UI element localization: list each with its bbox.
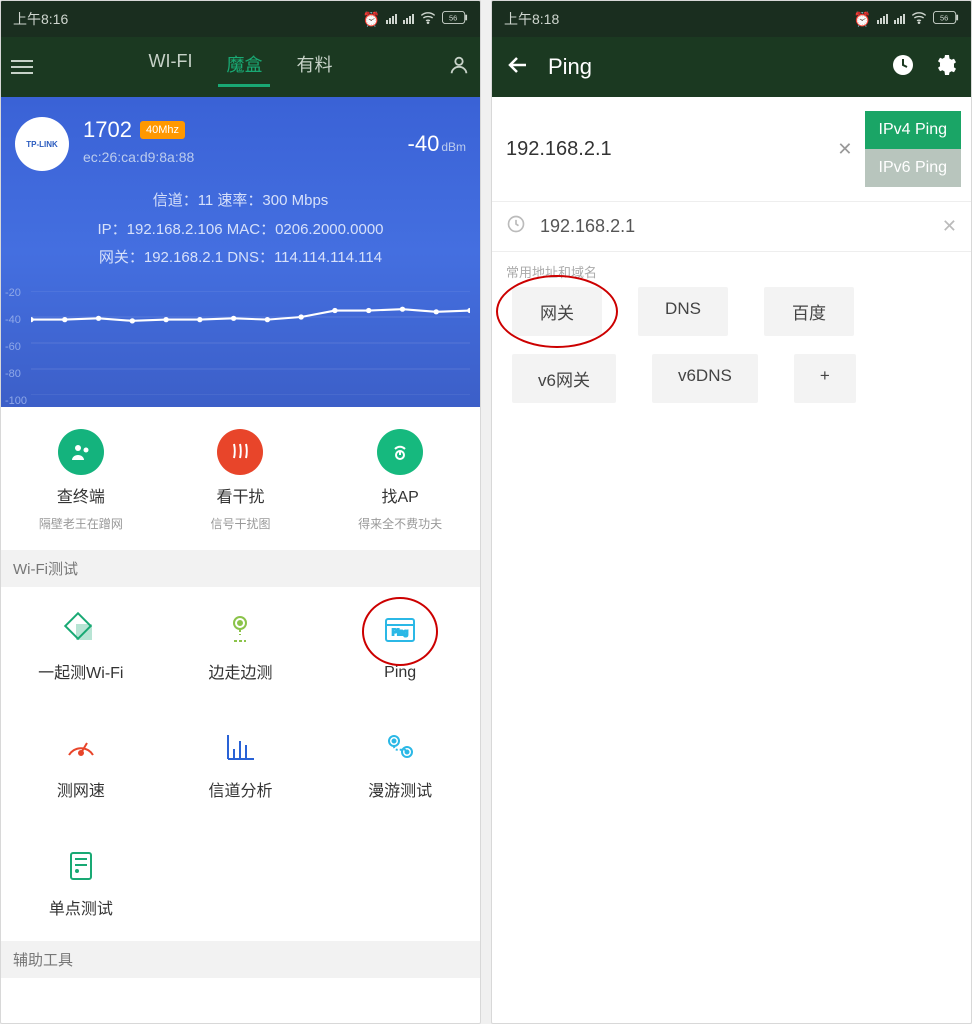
history-item[interactable]: 192.168.2.1 ✕: [492, 202, 971, 252]
svg-text:Ping: Ping: [392, 628, 408, 637]
test-speed[interactable]: 测网速: [1, 705, 161, 823]
status-icons: ⏰ 56: [363, 10, 468, 29]
profile-icon[interactable]: [448, 54, 470, 81]
tool-find-ap[interactable]: 找AP 得来全不费功夫: [320, 429, 480, 532]
wifi-hero: TP-LINK 1702 40Mhz ec:26:ca:d9:8a:88 -40…: [1, 97, 480, 407]
quick-tags: 网关 DNS 百度 v6网关 v6DNS +: [492, 287, 971, 417]
ping-toolbar: Ping: [492, 37, 971, 97]
clock-icon: [506, 214, 526, 239]
signal-chart: -20 -40 -60 -80 -100: [1, 287, 480, 407]
svg-text:56: 56: [940, 13, 948, 22]
svg-text:56: 56: [449, 13, 457, 22]
alarm-icon: ⏰: [854, 11, 871, 28]
mac-address: ec:26:ca:d9:8a:88: [83, 149, 394, 165]
rssi-value: -40dBm: [408, 131, 466, 157]
status-time: 上午8:16: [13, 9, 68, 29]
tab-youliao[interactable]: 有料: [296, 51, 332, 83]
tag-baidu[interactable]: 百度: [764, 287, 854, 336]
network-info: 信道：11 速率：300 Mbps IP：192.168.2.106 MAC：0…: [1, 181, 480, 287]
battery-icon: 56: [442, 11, 468, 27]
tab-wifi[interactable]: WI-FI: [149, 51, 193, 83]
ssid: 1702: [83, 117, 132, 143]
info-line-1: 信道：11 速率：300 Mbps: [1, 187, 480, 216]
settings-icon[interactable]: [933, 53, 957, 82]
test-ping[interactable]: Ping Ping: [320, 587, 480, 705]
info-line-3: 网关：192.168.2.1 DNS：114.114.114.114: [1, 244, 480, 273]
nav-tabs: WI-FI 魔盒 有料: [33, 51, 448, 83]
ipv6-ping-button[interactable]: IPv6 Ping: [865, 149, 961, 187]
channel-badge: 40Mhz: [140, 121, 185, 139]
tools-row: 查终端 隔壁老王在蹭网 看干扰 信号干扰图 找AP 得来全不费功夫: [1, 407, 480, 550]
signal-plot: [31, 291, 470, 395]
tool-terminal[interactable]: 查终端 隔壁老王在蹭网: [1, 429, 161, 532]
clear-input-icon[interactable]: ✕: [837, 139, 852, 160]
wifi-icon: [911, 10, 927, 29]
status-icons: ⏰ 56: [854, 10, 959, 29]
address-input[interactable]: [502, 128, 857, 171]
tag-dns[interactable]: DNS: [638, 287, 728, 336]
wifi-test-grid: 一起测Wi-Fi 边走边测 Ping Ping 测网速 信道分析 漫游测试 单点…: [1, 587, 480, 941]
tag-v6-dns[interactable]: v6DNS: [652, 354, 758, 403]
tag-v6-gateway[interactable]: v6网关: [512, 354, 616, 403]
ipv4-ping-button[interactable]: IPv4 Ping: [865, 111, 961, 149]
signal-icon-2: [403, 14, 414, 24]
status-bar: 上午8:16 ⏰ 56: [1, 1, 480, 37]
test-roaming[interactable]: 漫游测试: [320, 705, 480, 823]
section-aux-tools: 辅助工具: [1, 941, 480, 978]
router-logo: TP-LINK: [15, 117, 69, 171]
info-line-2: IP：192.168.2.106 MAC：0206.2000.0000: [1, 216, 480, 245]
test-channel[interactable]: 信道分析: [161, 705, 321, 823]
tool-interference[interactable]: 看干扰 信号干扰图: [161, 429, 321, 532]
history-text: 192.168.2.1: [540, 216, 635, 237]
status-time: 上午8:18: [504, 9, 559, 29]
tag-gateway[interactable]: 网关: [512, 287, 602, 336]
address-input-wrap[interactable]: ✕: [502, 111, 857, 187]
signal-icon: [877, 14, 888, 24]
test-single-point[interactable]: 单点测试: [1, 823, 161, 941]
test-walk[interactable]: 边走边测: [161, 587, 321, 705]
back-icon[interactable]: [506, 53, 530, 82]
tag-add[interactable]: +: [794, 354, 856, 403]
tab-mohe[interactable]: 魔盒: [226, 51, 262, 83]
section-wifi-test: Wi-Fi测试: [1, 550, 480, 587]
signal-icon: [386, 14, 397, 24]
menu-icon[interactable]: [11, 60, 33, 74]
test-together[interactable]: 一起测Wi-Fi: [1, 587, 161, 705]
left-phone: 上午8:16 ⏰ 56 WI-FI 魔盒 有料 TP-LINK: [0, 0, 481, 1024]
page-title: Ping: [548, 54, 592, 80]
ping-input-row: ✕ IPv4 Ping IPv6 Ping: [492, 97, 971, 202]
alarm-icon: ⏰: [363, 11, 380, 28]
ping-buttons: IPv4 Ping IPv6 Ping: [865, 111, 961, 187]
history-icon[interactable]: [891, 53, 915, 82]
battery-icon: 56: [933, 11, 959, 27]
signal-icon-2: [894, 14, 905, 24]
delete-history-icon[interactable]: ✕: [942, 216, 957, 237]
right-phone: 上午8:18 ⏰ 56 Ping ✕: [491, 0, 972, 1024]
status-bar: 上午8:18 ⏰ 56: [492, 1, 971, 37]
wifi-icon: [420, 10, 436, 29]
top-nav: WI-FI 魔盒 有料: [1, 37, 480, 97]
